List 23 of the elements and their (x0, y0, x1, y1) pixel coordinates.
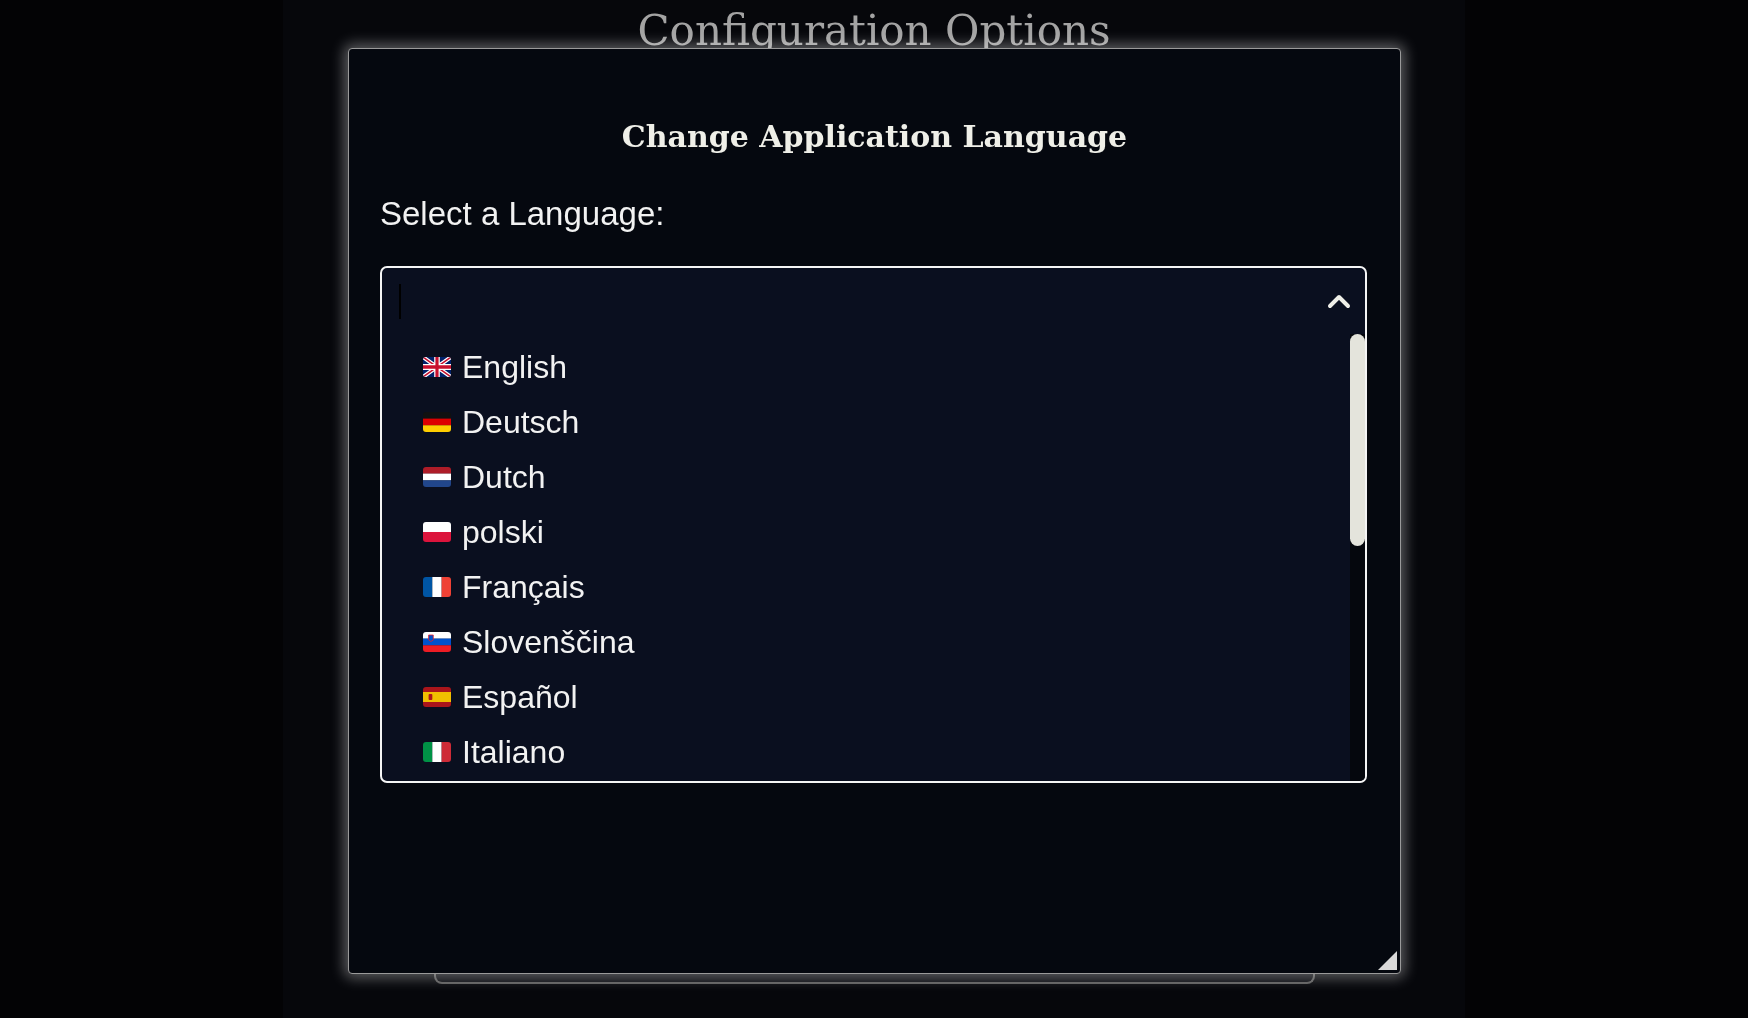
language-option[interactable]: Italiano (423, 729, 574, 775)
page-title: Configuration Options (637, 5, 1111, 57)
dutch-flag-icon (423, 467, 451, 487)
language-option[interactable]: polski (423, 509, 552, 555)
chevron-up-icon[interactable] (1327, 293, 1351, 309)
italian-flag-icon (423, 742, 451, 762)
language-option[interactable]: Español (423, 674, 586, 720)
language-option[interactable]: Dutch (423, 454, 554, 500)
language-option[interactable]: Slovenščina (423, 619, 643, 665)
language-option[interactable]: Deutsch (423, 399, 588, 445)
language-option[interactable]: English (423, 344, 575, 390)
polish-flag-icon (423, 522, 451, 542)
union-jack-flag-icon (423, 357, 451, 377)
dialog-title: Change Application Language (621, 118, 1128, 156)
spanish-flag-icon (423, 687, 451, 707)
language-option[interactable]: Français (423, 564, 593, 610)
field-label: Select a Language: (380, 194, 665, 234)
german-flag-icon (423, 412, 451, 432)
scrollbar-thumb[interactable] (1350, 334, 1365, 546)
french-flag-icon (423, 577, 451, 597)
slovenian-flag-icon (423, 632, 451, 652)
language-listbox[interactable]: English Deutsch Dutch polski Français Slovenščina Español Italiano (380, 266, 1367, 783)
resize-grip-icon[interactable] (1378, 951, 1397, 970)
